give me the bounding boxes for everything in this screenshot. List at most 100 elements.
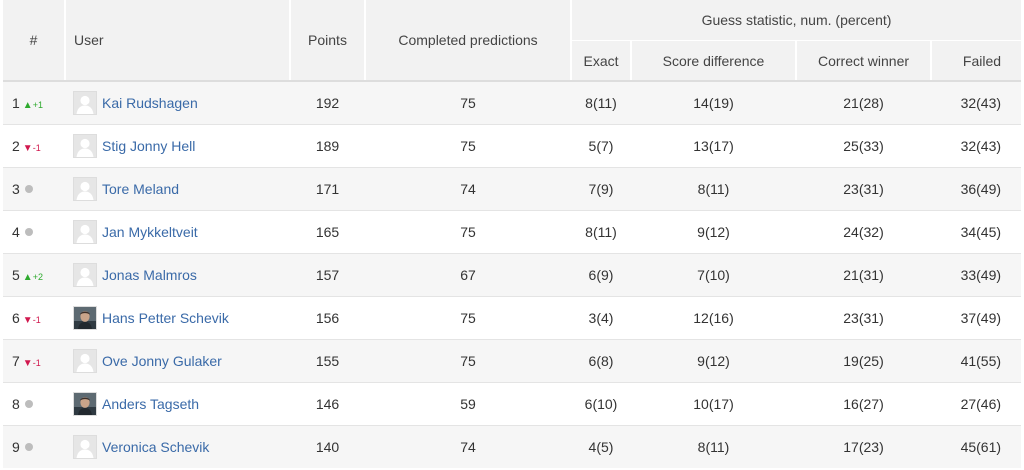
points-cell: 156: [290, 295, 365, 339]
user-photo-avatar[interactable]: [73, 391, 97, 416]
rank-change-label: -1: [32, 142, 41, 153]
failed-cell: 33(49): [931, 252, 1022, 296]
user-name-link[interactable]: Stig Jonny Hell: [102, 138, 195, 154]
user-name-link[interactable]: Hans Petter Schevik: [102, 310, 229, 326]
completed-predictions-cell: 75: [365, 295, 571, 339]
score-difference-cell: 10(17): [631, 381, 796, 425]
score-difference-header[interactable]: Score difference: [630, 40, 796, 82]
failed-cell: 36(49): [931, 166, 1022, 210]
rank-number: 2: [12, 137, 20, 154]
user-placeholder-avatar-icon[interactable]: [73, 262, 97, 287]
table-body: 1 ▲+1 Kai Rudshagen 192 75 8(11) 14(19) 2…: [3, 80, 1022, 468]
exact-header[interactable]: Exact: [570, 40, 631, 82]
table-row: 8 Anders Tagseth 146 59 6(10) 10(17) 16(…: [3, 381, 1022, 425]
points-cell: 171: [290, 166, 365, 210]
rank-down-indicator: ▼-1: [23, 143, 41, 154]
rank-number: 1: [12, 94, 20, 111]
completed-predictions-cell: 75: [365, 338, 571, 382]
completed-predictions-cell: 74: [365, 166, 571, 210]
failed-header[interactable]: Failed: [929, 40, 1022, 82]
user-placeholder-avatar-icon[interactable]: [73, 176, 97, 201]
rank-cell: 7 ▼-1: [3, 338, 65, 382]
user-name-link[interactable]: Tore Meland: [102, 181, 179, 197]
user-name-link[interactable]: Jonas Malmros: [102, 267, 197, 283]
rank-cell: 9: [3, 424, 65, 468]
correct-winner-cell: 16(27): [796, 381, 931, 425]
user-name-link[interactable]: Kai Rudshagen: [102, 95, 198, 111]
rank-number: 4: [12, 223, 20, 240]
table-row: 2 ▼-1 Stig Jonny Hell 189 75 5(7) 13(17) …: [3, 123, 1022, 167]
completed-predictions-cell: 75: [365, 123, 571, 167]
score-difference-cell: 8(11): [631, 424, 796, 468]
triangle-down-icon: ▼: [22, 314, 33, 326]
user-photo-avatar[interactable]: [73, 305, 97, 330]
table-row: 3 Tore Meland 171 74 7(9) 8(11) 23(31) 3…: [3, 166, 1022, 210]
score-difference-cell: 9(12): [631, 209, 796, 253]
user-placeholder-avatar-icon[interactable]: [73, 90, 97, 115]
user-name-link[interactable]: Ove Jonny Gulaker: [102, 353, 222, 369]
points-cell: 155: [290, 338, 365, 382]
failed-cell: 37(49): [931, 295, 1022, 339]
rank-cell: 8: [3, 381, 65, 425]
completed-predictions-cell: 67: [365, 252, 571, 296]
user-placeholder-avatar-icon[interactable]: [73, 133, 97, 158]
triangle-down-icon: ▼: [22, 142, 33, 154]
no-change-dot-icon: [24, 399, 33, 408]
correct-winner-cell: 19(25): [796, 338, 931, 382]
table-row: 1 ▲+1 Kai Rudshagen 192 75 8(11) 14(19) 2…: [3, 80, 1022, 124]
rank-number: 9: [12, 438, 20, 455]
guess-statistic-header: Guess statistic, num. (percent): [569, 0, 1022, 41]
score-difference-cell: 12(16): [631, 295, 796, 339]
rank-cell: 6 ▼-1: [3, 295, 65, 339]
user-placeholder-avatar-icon[interactable]: [73, 219, 97, 244]
score-difference-cell: 8(11): [631, 166, 796, 210]
user-cell: Anders Tagseth: [65, 381, 290, 425]
exact-cell: 8(11): [571, 80, 631, 124]
table-row: 6 ▼-1 Hans Petter Schevik 156 75 3(4) 12(…: [3, 295, 1022, 339]
user-cell: Stig Jonny Hell: [65, 123, 290, 167]
user-cell: Tore Meland: [65, 166, 290, 210]
rank-cell: 5 ▲+2: [3, 252, 65, 296]
exact-cell: 6(8): [571, 338, 631, 382]
rank-number: 3: [12, 180, 20, 197]
completed-predictions-cell: 75: [365, 209, 571, 253]
correct-winner-header[interactable]: Correct winner: [795, 40, 931, 82]
no-change-dot-icon: [24, 443, 33, 452]
points-cell: 146: [290, 381, 365, 425]
user-header[interactable]: User: [64, 0, 290, 82]
rank-up-indicator: ▲+1: [23, 100, 43, 111]
user-cell: Veronica Schevik: [65, 424, 290, 468]
failed-cell: 27(46): [931, 381, 1022, 425]
table-row: 9 Veronica Schevik 140 74 4(5) 8(11) 17(…: [3, 424, 1022, 468]
completed-predictions-cell: 75: [365, 80, 571, 124]
user-name-link[interactable]: Jan Mykkeltveit: [102, 224, 198, 240]
leaderboard-table: # User Points Completed predictions Gues…: [3, 0, 1022, 468]
points-cell: 140: [290, 424, 365, 468]
no-change-dot-icon: [24, 227, 33, 236]
completed-predictions-header[interactable]: Completed predictions: [364, 0, 571, 82]
triangle-down-icon: ▼: [22, 357, 33, 369]
failed-cell: 34(45): [931, 209, 1022, 253]
user-name-link[interactable]: Veronica Schevik: [102, 439, 209, 455]
rank-cell: 2 ▼-1: [3, 123, 65, 167]
points-header[interactable]: Points: [289, 0, 365, 82]
rank-down-indicator: ▼-1: [23, 315, 41, 326]
user-name-link[interactable]: Anders Tagseth: [102, 396, 199, 412]
rank-down-indicator: ▼-1: [23, 358, 41, 369]
rank-number: 5: [12, 266, 20, 283]
rank-header[interactable]: #: [3, 0, 65, 82]
correct-winner-cell: 21(28): [796, 80, 931, 124]
user-cell: Jan Mykkeltveit: [65, 209, 290, 253]
user-cell: Hans Petter Schevik: [65, 295, 290, 339]
rank-number: 8: [12, 395, 20, 412]
points-cell: 192: [290, 80, 365, 124]
user-placeholder-avatar-icon[interactable]: [73, 348, 97, 373]
rank-cell: 1 ▲+1: [3, 80, 65, 124]
no-change-dot-icon: [24, 184, 33, 193]
user-placeholder-avatar-icon[interactable]: [73, 434, 97, 459]
failed-cell: 41(55): [931, 338, 1022, 382]
table-row: 7 ▼-1 Ove Jonny Gulaker 155 75 6(8) 9(12)…: [3, 338, 1022, 382]
points-cell: 189: [290, 123, 365, 167]
failed-cell: 32(43): [931, 123, 1022, 167]
score-difference-cell: 7(10): [631, 252, 796, 296]
